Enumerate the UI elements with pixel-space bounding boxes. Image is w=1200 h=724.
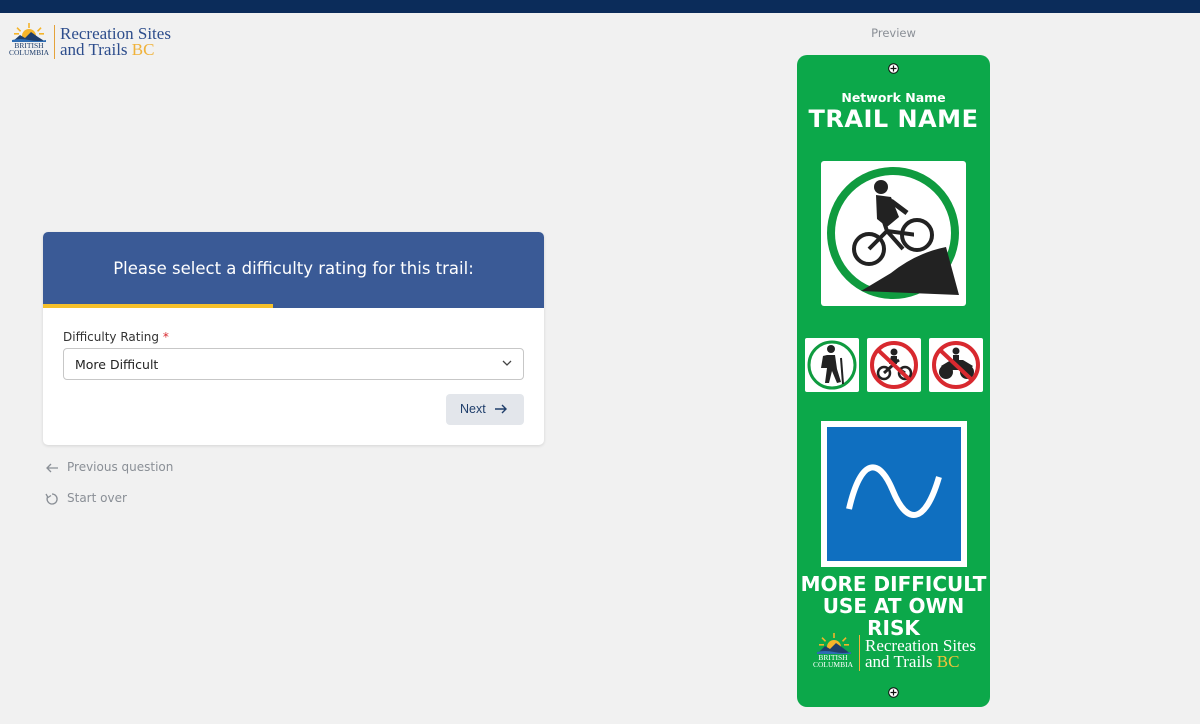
logo-title: Recreation Sites and Trails BC [60,24,171,59]
mounting-bolt-icon [888,63,899,74]
network-name: Network Name [841,90,946,105]
atv-icon [932,341,980,389]
dirt-bike-icon [870,341,918,389]
british-columbia-wordmark: BRITISH COLUMBIA [8,41,49,57]
required-marker: * [162,330,169,344]
progress-fill [43,304,274,308]
bc-sunset-icon [12,23,46,42]
question-card: Please select a difficulty rating for th… [43,232,544,445]
difficulty-symbol [821,421,967,567]
difficulty-rating-text: MORE DIFFICULT USE AT OWN RISK [800,572,987,640]
british-columbia-wordmark: BRITISH COLUMBIA [812,653,853,669]
next-button[interactable]: Next [446,394,524,425]
wave-icon [846,464,942,518]
progress-bar [43,304,544,308]
top-bar [0,0,1200,13]
difficulty-rating-select[interactable]: More Difficult [63,348,524,380]
hiking-icon [807,340,857,390]
no-dirt-bike-sign [867,338,921,392]
restart-icon [45,493,58,505]
trail-sign-preview: Network Name TRAIL NAME MORE DIFFICULT U… [797,55,990,707]
question-heading: Please select a difficulty rating for th… [113,259,474,278]
mountain-bike-sign [821,161,966,306]
mounting-bolt-icon [888,687,899,698]
selected-value: More Difficult [75,357,159,372]
preview-label: Preview [871,26,916,40]
logo-title: Recreation Sites and Trails BC [865,636,976,671]
no-atv-sign [929,338,983,392]
bc-sunset-icon [817,633,851,654]
difficulty-rating-label: Difficulty Rating * [63,330,169,344]
arrow-left-icon [46,463,58,473]
logo-divider [54,25,55,59]
rsts-logo[interactable]: BRITISH COLUMBIA Recreation Sites and Tra… [6,22,176,62]
trail-name: TRAIL NAME [808,105,979,133]
sign-rsts-logo: BRITISH COLUMBIA Recreation Sites and Tra… [811,632,986,674]
chevron-down-icon [502,360,512,366]
question-header: Please select a difficulty rating for th… [43,232,544,308]
mountain-bike-icon [827,167,959,299]
logo-divider [859,635,860,671]
more-difficult-square [827,427,961,561]
arrow-right-icon [495,404,507,414]
hiking-allowed-sign [805,338,859,392]
